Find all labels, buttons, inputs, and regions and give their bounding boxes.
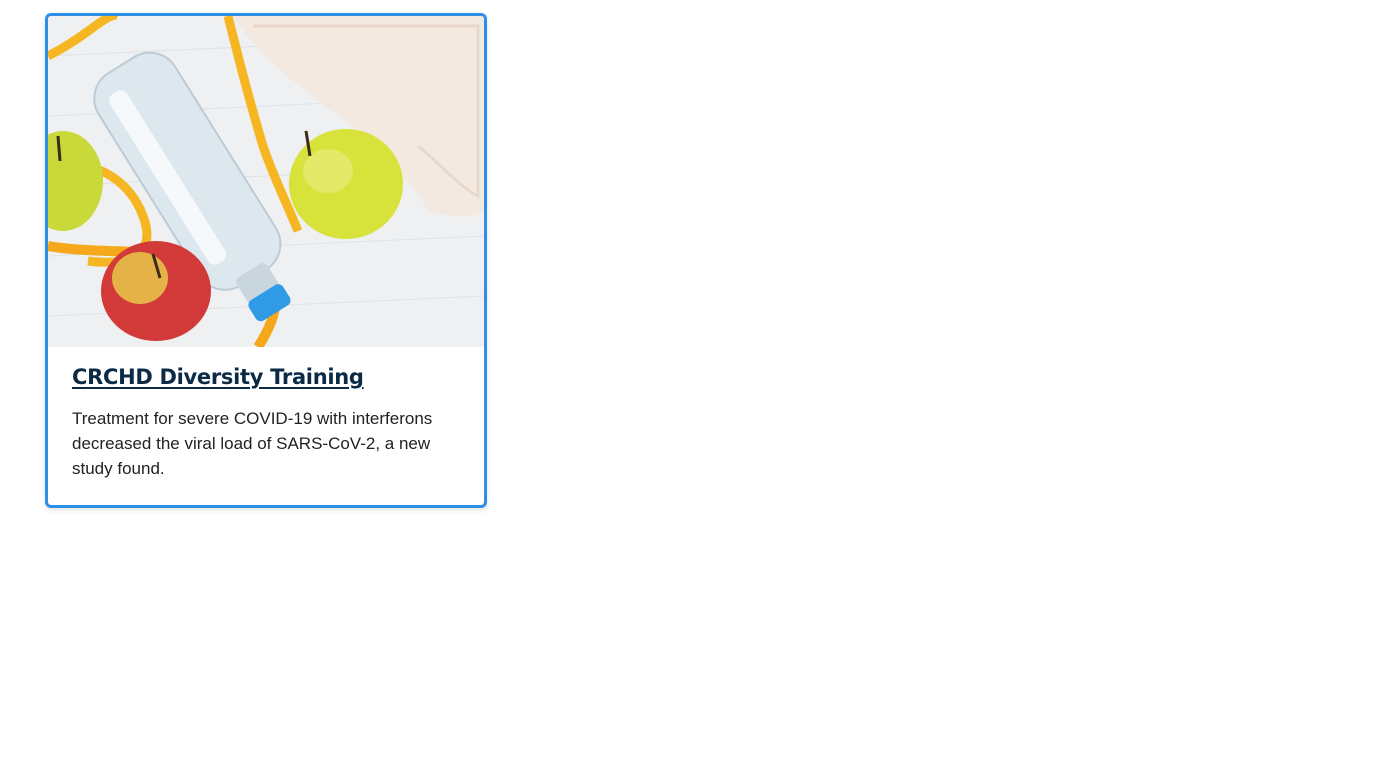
article-card[interactable]: CRCHD Diversity Training Treatment for s… (45, 13, 487, 508)
card-body: CRCHD Diversity Training Treatment for s… (72, 360, 452, 481)
article-title-link[interactable]: CRCHD Diversity Training (72, 360, 452, 394)
article-image[interactable] (48, 16, 484, 347)
article-description: Treatment for severe COVID-19 with inter… (72, 409, 433, 478)
